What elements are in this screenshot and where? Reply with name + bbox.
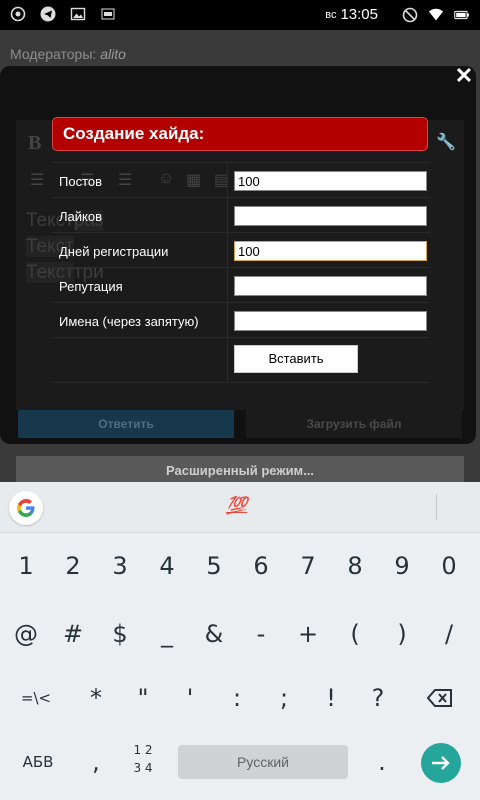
likes-input[interactable] bbox=[234, 206, 427, 226]
reply-button[interactable]: Ответить bbox=[18, 410, 234, 438]
key-7[interactable]: 7 bbox=[288, 546, 328, 586]
bold-icon: B bbox=[28, 132, 42, 154]
dialog-title: Создание хайда: bbox=[52, 117, 428, 151]
upload-file-button[interactable]: Загрузить файл bbox=[246, 410, 462, 438]
image-icon bbox=[70, 6, 86, 22]
field-row-reg-days: Дней регистрации bbox=[52, 232, 430, 268]
field-row-names: Имена (через запятую) bbox=[52, 302, 430, 338]
key-period[interactable]: . bbox=[362, 742, 402, 782]
key-dollar[interactable]: $ bbox=[100, 614, 140, 654]
field-label: Имена (через запятую) bbox=[59, 314, 199, 329]
key-plus[interactable]: + bbox=[288, 614, 328, 654]
field-label: Постов bbox=[59, 174, 103, 189]
key-0[interactable]: 0 bbox=[429, 546, 469, 586]
backspace-icon[interactable] bbox=[420, 678, 460, 718]
suggestion-100-emoji[interactable]: 💯 bbox=[226, 496, 247, 516]
key-4[interactable]: 4 bbox=[147, 546, 187, 586]
field-label: Репутация bbox=[59, 279, 123, 294]
key-underscore[interactable]: _ bbox=[147, 614, 187, 654]
key-exclamation[interactable]: ! bbox=[311, 678, 351, 718]
key-question[interactable]: ? bbox=[358, 678, 398, 718]
dnd-icon bbox=[402, 7, 418, 23]
advanced-mode-button[interactable]: Расширенный режим... bbox=[16, 456, 464, 484]
posts-input[interactable] bbox=[234, 171, 427, 191]
key-1[interactable]: 1 bbox=[6, 546, 46, 586]
moderators-line: Модераторы: alito bbox=[10, 46, 126, 62]
key-semicolon[interactable]: ; bbox=[264, 678, 304, 718]
key-colon[interactable]: : bbox=[217, 678, 257, 718]
key-at[interactable]: @ bbox=[6, 614, 46, 654]
key-hash[interactable]: # bbox=[53, 614, 93, 654]
status-day: вс bbox=[325, 8, 337, 21]
names-input[interactable] bbox=[234, 311, 427, 331]
key-5[interactable]: 5 bbox=[194, 546, 234, 586]
key-asterisk[interactable]: * bbox=[76, 678, 116, 718]
reg-days-input[interactable] bbox=[234, 241, 427, 261]
soft-keyboard: 💯 1 2 3 4 5 6 7 8 9 0 @ # $ _ & - + ( ) … bbox=[0, 482, 480, 800]
field-label: Лайков bbox=[59, 209, 102, 224]
key-double-quote[interactable]: " bbox=[123, 678, 163, 718]
key-slash[interactable]: / bbox=[429, 614, 469, 654]
key-close-paren[interactable]: ) bbox=[382, 614, 422, 654]
key-2[interactable]: 2 bbox=[53, 546, 93, 586]
telegram-icon bbox=[40, 6, 56, 22]
google-icon[interactable] bbox=[9, 491, 43, 525]
wrench-icon: 🔧 bbox=[436, 134, 456, 151]
field-label: Дней регистрации bbox=[59, 244, 169, 259]
key-6[interactable]: 6 bbox=[241, 546, 281, 586]
status-bar: вс 13:05 bbox=[0, 0, 480, 30]
key-alphabet[interactable]: АБВ bbox=[16, 742, 60, 782]
eye-icon bbox=[10, 6, 26, 22]
field-row-posts: Постов bbox=[52, 162, 430, 198]
key-9[interactable]: 9 bbox=[382, 546, 422, 586]
enter-arrow-icon[interactable] bbox=[421, 743, 461, 783]
status-time: 13:05 bbox=[340, 6, 378, 23]
field-row-reputation: Репутация bbox=[52, 267, 430, 303]
key-comma[interactable]: , bbox=[76, 742, 116, 782]
key-single-quote[interactable]: ' bbox=[170, 678, 210, 718]
moderator-name[interactable]: alito bbox=[100, 46, 126, 62]
insert-button[interactable]: Вставить bbox=[234, 345, 358, 373]
reputation-input[interactable] bbox=[234, 276, 427, 296]
space-bar[interactable]: Русский bbox=[178, 745, 348, 779]
close-icon[interactable]: ✕ bbox=[454, 65, 474, 87]
key-numpad-bottom[interactable]: 3 4 bbox=[123, 756, 163, 780]
key-ampersand[interactable]: & bbox=[194, 614, 234, 654]
suggestion-bar: 💯 bbox=[0, 482, 480, 533]
sim-icon bbox=[100, 6, 116, 22]
battery-icon bbox=[454, 7, 470, 23]
wifi-icon bbox=[428, 7, 444, 23]
key-more-symbols[interactable]: =\< bbox=[16, 678, 56, 718]
field-row-likes: Лайков bbox=[52, 197, 430, 233]
key-8[interactable]: 8 bbox=[335, 546, 375, 586]
key-open-paren[interactable]: ( bbox=[335, 614, 375, 654]
list-icon: ☰ bbox=[30, 172, 45, 189]
key-3[interactable]: 3 bbox=[100, 546, 140, 586]
key-minus[interactable]: - bbox=[241, 614, 281, 654]
